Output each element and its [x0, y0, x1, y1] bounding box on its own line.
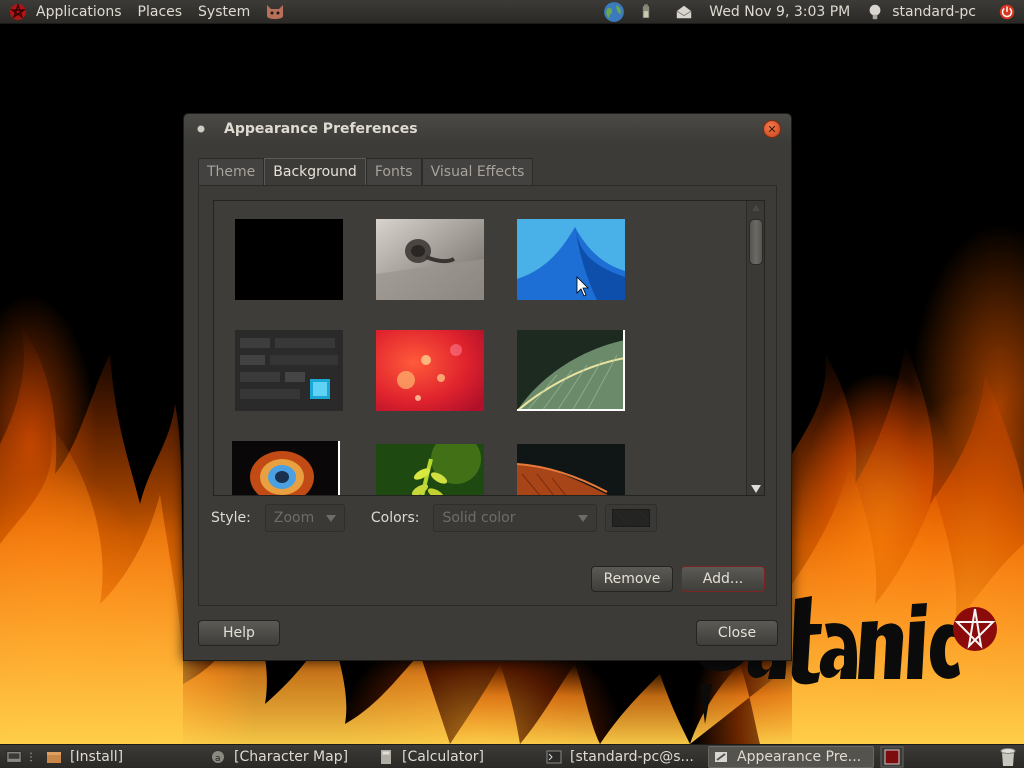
wallpaper-thumb-dark-panels[interactable] — [235, 330, 343, 411]
tab-visual-effects[interactable]: Visual Effects — [421, 158, 534, 186]
style-dropdown-value: Zoom — [273, 510, 315, 526]
style-colors-row: Style: Zoom Colors: Solid color — [211, 504, 658, 532]
chevron-down-icon — [578, 514, 589, 522]
terminal-icon — [546, 750, 562, 763]
colors-dropdown-value: Solid color — [442, 510, 516, 526]
chevron-down-icon — [325, 514, 336, 522]
wallpaper-thumb-green-plant[interactable] — [376, 444, 484, 496]
color-picker-button[interactable] — [605, 504, 658, 532]
character-map-icon: a — [212, 750, 224, 764]
taskbar-item-label: [standard-pc@s... — [570, 748, 694, 765]
bulb-icon[interactable] — [866, 3, 884, 21]
appearance-icon — [715, 751, 727, 762]
close-icon[interactable]: ✕ — [763, 120, 781, 138]
show-desktop-icon[interactable] — [4, 748, 24, 766]
taskbar-item-label: [Calculator] — [402, 748, 485, 765]
taskbar-item-terminal[interactable]: [standard-pc@s... — [542, 746, 704, 768]
username[interactable]: standard-pc — [890, 0, 984, 24]
drag-handle-icon[interactable] — [28, 748, 34, 766]
style-label: Style: — [211, 510, 251, 526]
menu-system[interactable]: System — [190, 0, 258, 24]
taskbar-item-character-map[interactable]: a [Character Map] — [206, 746, 370, 768]
window-menu-icon[interactable] — [196, 124, 206, 134]
wallpaper-thumb-red-drops[interactable] — [376, 330, 484, 411]
tab-theme[interactable]: Theme — [198, 158, 265, 186]
top-panel: Applications Places System Wed Nov 9, 3:… — [0, 0, 1024, 24]
taskbar-item-calculator[interactable]: [Calculator] — [374, 746, 538, 768]
dialog-titlebar[interactable]: Appearance Preferences — [184, 114, 791, 144]
colors-dropdown[interactable]: Solid color — [433, 504, 598, 532]
scroll-thumb[interactable] — [749, 219, 763, 265]
color-swatch — [612, 509, 651, 527]
globe-icon[interactable] — [603, 1, 625, 23]
remove-button[interactable]: Remove — [591, 566, 673, 592]
app-menu-logo-icon[interactable] — [8, 2, 28, 22]
scroll-down-icon[interactable] — [751, 485, 761, 493]
tab-bar: Theme Background Fonts Visual Effects — [198, 158, 534, 186]
wallpaper-thumb-snail[interactable] — [376, 219, 484, 300]
scroll-up-icon[interactable] — [751, 203, 761, 213]
tab-fonts[interactable]: Fonts — [365, 158, 422, 186]
background-tab-panel: Style: Zoom Colors: Solid color Remove A… — [198, 185, 777, 606]
taskbar-item-install[interactable]: [Install] — [42, 746, 202, 768]
tab-background[interactable]: Background — [264, 158, 366, 186]
wallpaper-thumb-black[interactable] — [235, 219, 343, 300]
wallpaper-thumb-leaf[interactable] — [517, 330, 625, 411]
svg-text:a: a — [215, 754, 221, 764]
appearance-preferences-dialog: Appearance Preferences ✕ Theme Backgroun… — [183, 113, 792, 661]
calculator-icon — [381, 749, 391, 764]
taskbar-item-label: Appearance Pre... — [737, 748, 862, 765]
package-icon — [47, 751, 61, 763]
clock[interactable]: Wed Nov 9, 3:03 PM — [699, 4, 860, 20]
dialog-title: Appearance Preferences — [224, 121, 418, 137]
menu-places[interactable]: Places — [130, 0, 191, 24]
battery-icon[interactable] — [637, 3, 655, 21]
wallpaper-thumb-nebula[interactable] — [232, 441, 340, 496]
panel-tray: Wed Nov 9, 3:03 PM standard-pc — [597, 0, 1024, 24]
power-icon[interactable] — [998, 3, 1016, 21]
colors-label: Colors: — [370, 510, 420, 526]
trash-icon[interactable] — [998, 746, 1018, 768]
bottom-taskbar: [Install] a [Character Map] [Calculator]… — [0, 744, 1024, 768]
gallery-scrollbar[interactable] — [746, 201, 764, 495]
add-button[interactable]: Add... — [681, 566, 765, 592]
cat-icon[interactable] — [264, 2, 286, 22]
wallpaper-thumb-blue-peak[interactable] — [517, 219, 625, 300]
workspace-switcher-icon[interactable] — [880, 746, 904, 768]
taskbar-item-label: [Install] — [70, 748, 124, 765]
taskbar-item-label: [Character Map] — [234, 748, 349, 765]
wallpaper-gallery — [213, 200, 765, 496]
close-button[interactable]: Close — [696, 620, 778, 646]
wallpaper-thumb-orange-feather[interactable] — [517, 444, 625, 496]
taskbar-item-appearance[interactable]: Appearance Pre... — [708, 745, 874, 768]
mail-icon[interactable] — [675, 3, 693, 21]
style-dropdown[interactable]: Zoom — [264, 504, 345, 532]
menu-applications[interactable]: Applications — [28, 0, 130, 24]
help-button[interactable]: Help — [198, 620, 280, 646]
